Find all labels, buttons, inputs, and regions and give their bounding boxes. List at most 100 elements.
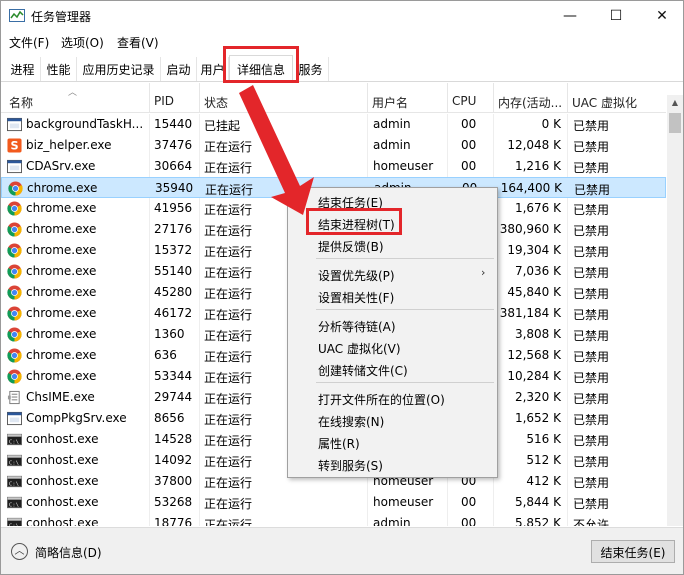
process-cpu: 00 <box>461 159 477 173</box>
process-uac: 已禁用 <box>573 161 610 175</box>
chrome-icon <box>7 243 22 258</box>
s-app-icon: S <box>7 138 22 153</box>
scroll-up-icon[interactable]: ▲ <box>667 95 683 111</box>
process-uac: 已禁用 <box>574 183 611 197</box>
maximize-button[interactable]: ☐ <box>593 1 639 31</box>
maximize-icon: ☐ <box>609 8 623 24</box>
menu-options[interactable]: 选项(O) <box>61 34 104 51</box>
tab-startup[interactable]: 启动 <box>161 57 197 81</box>
column-uac[interactable]: UAC 虚拟化 <box>567 83 666 113</box>
process-row[interactable]: C:\ conhost.exe 53268 正在运行 homeuser 00 5,844 K… <box>1 492 666 513</box>
collapse-icon[interactable]: ︿ <box>11 543 28 560</box>
tab-processes[interactable]: 进程 <box>5 57 41 81</box>
column-cpu[interactable]: CPU <box>447 83 493 113</box>
process-pid: 55140 <box>154 264 193 278</box>
menu-file[interactable]: 文件(F) <box>9 34 49 51</box>
chrome-icon <box>7 348 22 363</box>
process-name: conhost.exe <box>26 474 99 488</box>
process-name: backgroundTaskH... <box>26 117 144 131</box>
ctx-go-to-services[interactable]: 转到服务(S) <box>318 457 383 474</box>
ctx-set-priority[interactable]: 设置优先级(P) <box>318 267 395 284</box>
ctx-analyze-wait-chain[interactable]: 分析等待链(A) <box>318 318 396 335</box>
process-cpu: 00 <box>461 516 477 526</box>
process-username: admin <box>373 117 411 131</box>
tab-highlight-box <box>223 46 299 83</box>
end-task-button[interactable]: 结束任务(E) <box>591 540 675 563</box>
ctx-open-file-location[interactable]: 打开文件所在的位置(O) <box>318 391 445 408</box>
process-memory: 10,284 K <box>507 369 561 383</box>
process-status: 正在运行 <box>204 161 253 175</box>
process-pid: 45280 <box>154 285 193 299</box>
process-name: chrome.exe <box>26 285 97 299</box>
process-username: homeuser <box>373 159 434 173</box>
column-header-row: ︿ 名称 PID 状态 用户名 CPU 内存(活动... UAC 虚拟化 <box>1 83 666 113</box>
console-icon: C:\ <box>7 453 22 468</box>
process-status: 正在运行 <box>204 245 253 259</box>
ctx-uac-virtualization[interactable]: UAC 虚拟化(V) <box>318 340 401 357</box>
vertical-scrollbar[interactable]: ▲ <box>667 95 683 526</box>
menu-view[interactable]: 查看(V) <box>117 34 159 51</box>
column-status[interactable]: 状态 <box>199 83 367 113</box>
fewer-details-link[interactable]: 简略信息(D) <box>35 544 102 561</box>
process-uac: 已禁用 <box>573 413 610 427</box>
process-uac: 已禁用 <box>573 119 610 133</box>
process-memory: 19,304 K <box>507 243 561 257</box>
process-status: 正在运行 <box>204 413 253 427</box>
process-pid: 53268 <box>154 495 193 509</box>
ctx-create-dump-file[interactable]: 创建转储文件(C) <box>318 362 408 379</box>
process-memory: 512 K <box>526 453 561 467</box>
process-status: 正在运行 <box>204 308 253 322</box>
process-row[interactable]: Sbiz_helper.exe 37476 正在运行 admin 00 12,048 K 已… <box>1 135 666 156</box>
process-status: 正在运行 <box>204 140 253 154</box>
minimize-button[interactable]: — <box>547 1 593 31</box>
process-status: 已挂起 <box>204 119 241 133</box>
process-uac: 已禁用 <box>573 266 610 280</box>
chrome-icon <box>7 201 22 216</box>
process-pid: 35940 <box>155 181 194 195</box>
process-status: 正在运行 <box>204 371 253 385</box>
process-name: ChsIME.exe <box>26 390 95 404</box>
process-pid: 46172 <box>154 306 193 320</box>
process-uac: 已禁用 <box>573 140 610 154</box>
process-memory: 380,960 K <box>499 222 561 236</box>
process-row[interactable]: C:\ conhost.exe 18776 正在运行 admin 00 5,852 K 不允许 <box>1 513 666 526</box>
tab-performance[interactable]: 性能 <box>41 57 77 81</box>
process-memory: 3,808 K <box>514 327 561 341</box>
scrollbar-thumb[interactable] <box>669 113 681 133</box>
process-pid: 18776 <box>154 516 193 526</box>
process-row[interactable]: CDASrv.exe 30664 正在运行 homeuser 00 1,216 K 已禁用 <box>1 156 666 177</box>
ctx-provide-feedback[interactable]: 提供反馈(B) <box>318 238 384 255</box>
column-name[interactable]: 名称 <box>5 83 149 113</box>
process-memory: 412 K <box>526 474 561 488</box>
ctx-search-online[interactable]: 在线搜索(N) <box>318 413 384 430</box>
title-bar[interactable]: 任务管理器 — ☐ ✕ <box>1 1 683 31</box>
process-memory: 5,852 K <box>514 516 561 526</box>
column-pid[interactable]: PID <box>149 83 199 113</box>
ctx-set-affinity[interactable]: 设置相关性(F) <box>318 289 394 306</box>
svg-text:C:\: C:\ <box>9 481 19 487</box>
process-status: 正在运行 <box>204 287 253 301</box>
tab-app-history[interactable]: 应用历史记录 <box>77 57 161 81</box>
chrome-icon <box>7 327 22 342</box>
process-pid: 30664 <box>154 159 193 173</box>
process-cpu: 00 <box>461 138 477 152</box>
process-name: CompPkgSrv.exe <box>26 411 127 425</box>
process-row[interactable]: backgroundTaskH... 15440 已挂起 admin 00 0 K 已禁用 <box>1 114 666 135</box>
process-status: 正在运行 <box>205 183 254 197</box>
process-name: chrome.exe <box>26 222 97 236</box>
process-uac: 不允许 <box>573 518 610 526</box>
ctx-properties[interactable]: 属性(R) <box>318 435 360 452</box>
process-memory: 1,216 K <box>514 159 561 173</box>
column-username[interactable]: 用户名 <box>367 83 447 113</box>
menu-separator <box>316 382 494 383</box>
process-uac: 已禁用 <box>573 434 610 448</box>
svg-text:S: S <box>10 140 18 153</box>
close-button[interactable]: ✕ <box>639 1 683 31</box>
process-pid: 37476 <box>154 138 193 152</box>
process-uac: 已禁用 <box>573 329 610 343</box>
column-memory[interactable]: 内存(活动... <box>493 83 567 113</box>
console-icon: C:\ <box>7 474 22 489</box>
process-uac: 已禁用 <box>573 392 610 406</box>
menu-separator <box>316 309 494 310</box>
process-name: conhost.exe <box>26 516 99 526</box>
